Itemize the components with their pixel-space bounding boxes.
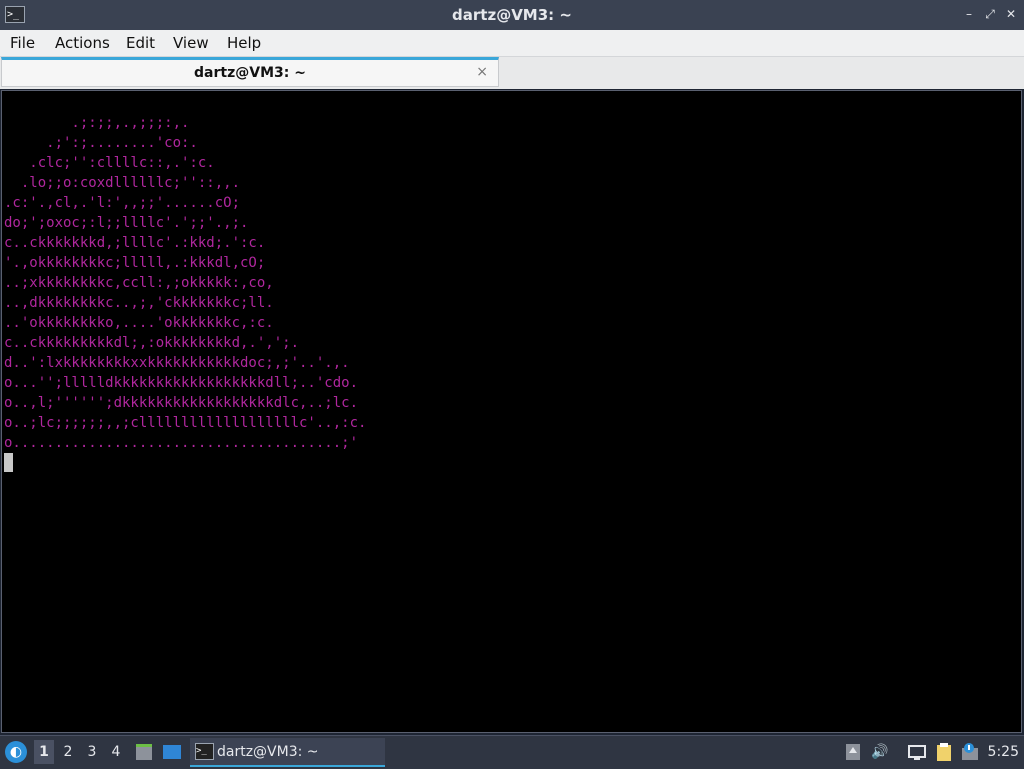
menu-edit[interactable]: Edit	[126, 30, 155, 56]
lxqt-start-icon[interactable]: ◐	[5, 741, 27, 763]
notification-icon[interactable]	[960, 742, 980, 762]
workspace-3[interactable]: 3	[82, 740, 102, 764]
window-titlebar[interactable]: >_ dartz@VM3: ~ – ⤢ ✕	[0, 0, 1024, 30]
menu-help[interactable]: Help	[227, 30, 261, 56]
taskbar-terminal-task[interactable]: >_ dartz@VM3: ~	[190, 738, 385, 767]
terminal-area[interactable]: .;:;;,.,;;;:,. .;':;........'co:. .clc;'…	[1, 90, 1022, 733]
show-desktop-icon[interactable]	[162, 742, 182, 762]
file-manager-icon[interactable]	[134, 742, 154, 762]
terminal-icon: >_	[195, 743, 214, 760]
restore-button[interactable]: ⤢	[983, 7, 997, 21]
terminal-output: .;:;;,.,;;;:,. .;':;........'co:. .clc;'…	[4, 115, 367, 451]
tray-arrow-icon[interactable]	[843, 742, 863, 762]
menu-actions[interactable]: Actions	[55, 30, 110, 56]
menu-view[interactable]: View	[173, 30, 209, 56]
workspace-4[interactable]: 4	[106, 740, 126, 764]
tab-close-icon[interactable]: ×	[476, 64, 488, 80]
minimize-button[interactable]: –	[962, 7, 976, 21]
workspace-2[interactable]: 2	[58, 740, 78, 764]
tab-bar: dartz@VM3: ~ ×	[0, 57, 1024, 89]
task-label: dartz@VM3: ~	[217, 744, 319, 760]
clock[interactable]: 5:25	[988, 736, 1019, 769]
network-icon[interactable]	[907, 742, 927, 762]
tab-terminal[interactable]: dartz@VM3: ~ ×	[1, 57, 499, 87]
volume-icon[interactable]: 🔊	[870, 742, 890, 762]
clipboard-icon[interactable]	[934, 742, 954, 762]
workspace-1[interactable]: 1	[34, 740, 54, 764]
window-title: dartz@VM3: ~	[452, 6, 572, 24]
terminal-cursor	[4, 453, 13, 472]
taskbar: ◐ 1 2 3 4 >_ dartz@VM3: ~ 🔊 5:25	[0, 735, 1024, 769]
menu-file[interactable]: File	[10, 30, 35, 56]
menubar: File Actions Edit View Help	[0, 30, 1024, 57]
close-button[interactable]: ✕	[1004, 7, 1018, 21]
tab-title: dartz@VM3: ~	[194, 65, 306, 81]
